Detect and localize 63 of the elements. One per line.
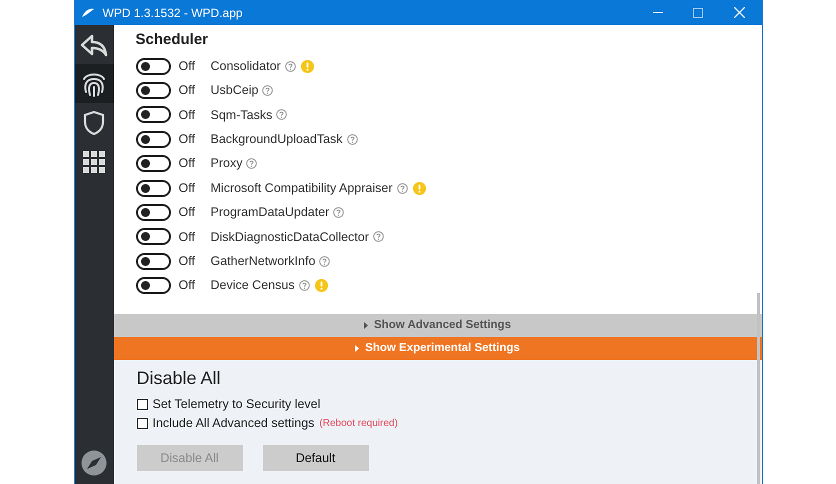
toggle-state: Off [178,228,196,246]
expander-bar[interactable]: Show Experimental Settings [114,337,762,360]
task-label: DiskDiagnosticDataCollector [210,228,369,246]
option-label: Set Telemetry to Security level [152,396,320,413]
toggle-switch[interactable] [136,180,170,197]
checkbox[interactable] [136,398,148,410]
expander-bar[interactable]: Show Advanced Settings [114,314,762,337]
toggle-state: Off [178,204,196,222]
task-label: GatherNetworkInfo [210,252,316,270]
toggle-state: Off [178,155,196,172]
toggle-state: Off [178,82,196,100]
panel-title: Disable All [136,367,222,390]
toggle-switch[interactable] [136,252,170,270]
grid-icon [83,150,105,172]
toggle-state: Off [178,180,196,197]
toggle-switch[interactable] [136,106,170,124]
toggle-switch[interactable] [136,204,170,222]
help-icon[interactable] [346,134,358,145]
help-icon[interactable] [333,207,344,218]
task-label: Consolidator [210,58,281,75]
task-label: Microsoft Compatibility Appraiser [210,180,393,197]
task-label: BackgroundUploadTask [210,130,343,148]
scrollbar[interactable] [756,293,760,484]
section-title: Scheduler [136,30,210,50]
task-label: Sqm-Tasks [210,106,272,124]
compass-icon [81,450,107,476]
reboot-note: (Reboot required) [319,416,398,430]
action-button[interactable]: Default [262,445,368,471]
task-label: UsbCeip [210,82,258,100]
toggle-state: Off [178,106,196,124]
toggle-state: Off [178,277,196,294]
app-logo-icon [80,8,94,18]
expand-caret-icon [355,345,360,352]
toggle-switch[interactable] [136,130,170,148]
toggle-state: Off [178,130,196,148]
help-icon[interactable] [262,85,274,96]
toggle-switch[interactable] [136,58,170,75]
toggle-state: Off [178,252,196,270]
shield-icon [83,110,105,136]
checkbox[interactable] [136,418,148,428]
toggle-switch[interactable] [136,228,170,246]
help-icon[interactable] [246,158,258,170]
minimize-icon [652,12,662,13]
help-icon[interactable] [284,60,296,72]
sidebar-item[interactable] [74,64,114,103]
help-icon[interactable] [319,256,330,267]
expand-caret-icon [364,322,368,329]
help-icon[interactable] [298,280,310,292]
task-label: Device Census [210,277,295,294]
window-title: WPD 1.3.1532 - WPD.app [102,4,243,22]
task-label: Proxy [210,155,242,172]
help-icon[interactable] [276,109,288,120]
close-icon [734,7,745,18]
toggle-switch[interactable] [136,277,170,294]
help-icon[interactable] [372,231,384,242]
maximize-icon [692,8,702,18]
help-icon[interactable] [396,182,408,194]
toggle-state: Off [178,58,196,75]
task-label: ProgramDataUpdater [210,204,330,222]
option-label: Include All Advanced settings [152,414,314,432]
toggle-switch[interactable] [136,82,170,100]
back-arrow-icon [80,32,108,56]
toggle-switch[interactable] [136,155,170,172]
